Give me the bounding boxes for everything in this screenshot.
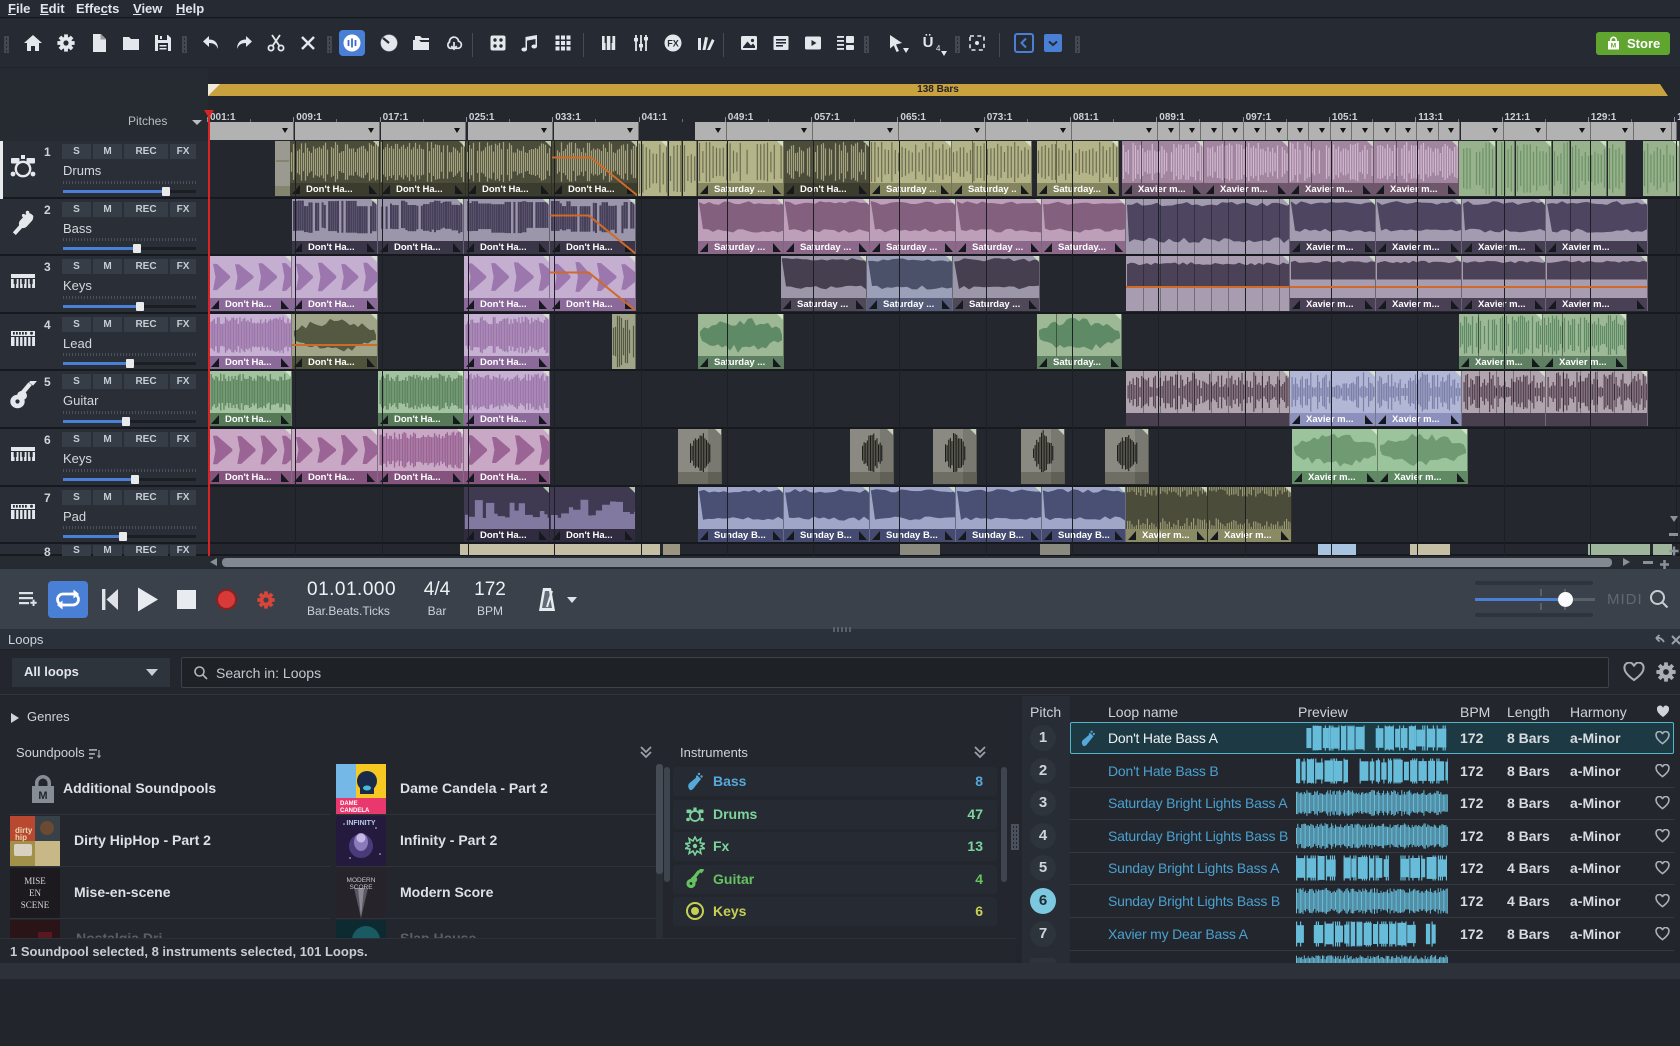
svg-text:M: M: [1611, 43, 1616, 50]
svg-text:EN: EN: [29, 888, 41, 898]
svg-text:INFINITY: INFINITY: [346, 820, 375, 827]
svg-text:SCENE: SCENE: [21, 900, 50, 910]
svg-text:FX: FX: [667, 39, 679, 49]
svg-text:Ü: Ü: [923, 34, 934, 51]
svg-text:MODERN: MODERN: [347, 877, 376, 884]
svg-text:DAME: DAME: [340, 801, 358, 807]
svg-text:hip: hip: [15, 833, 27, 842]
svg-text:CANDELA: CANDELA: [340, 808, 370, 814]
svg-text:MISE: MISE: [24, 876, 46, 886]
svg-text:M: M: [38, 790, 47, 802]
svg-text:SCORE: SCORE: [349, 884, 373, 891]
